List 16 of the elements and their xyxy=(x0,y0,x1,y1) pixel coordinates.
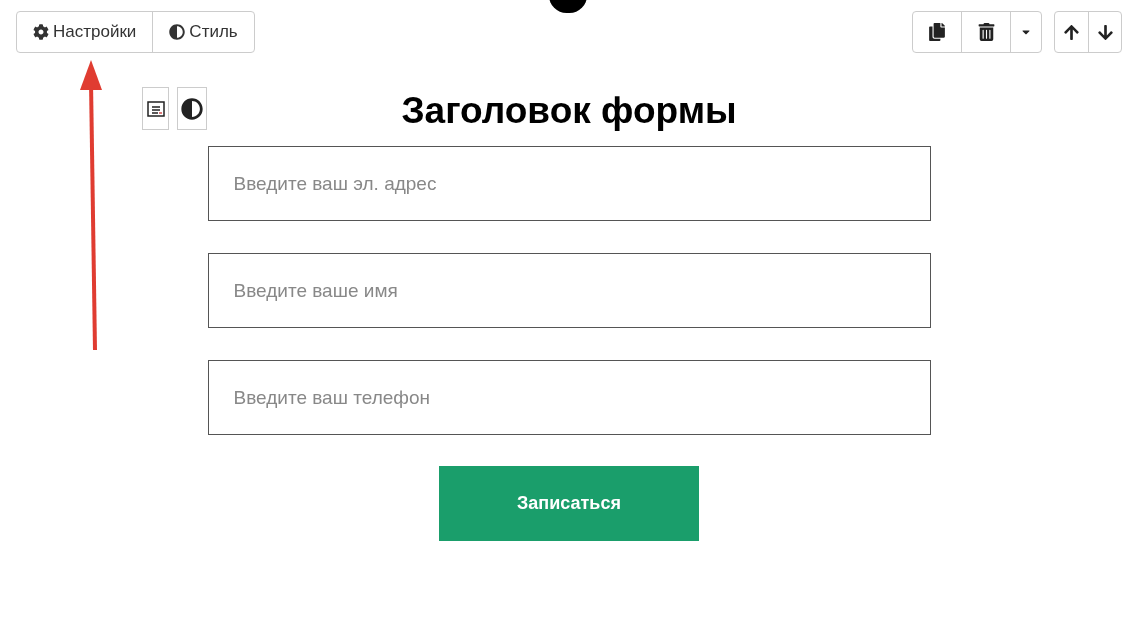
input-field[interactable]: Введите ваше имя xyxy=(207,253,931,328)
input-field[interactable]: Введите ваш телефон xyxy=(207,360,931,435)
copy-icon xyxy=(928,23,946,41)
form-icon xyxy=(146,100,165,117)
input-field[interactable]: Введите ваш эл. адрес xyxy=(207,146,931,221)
form-title: Заголовок формы xyxy=(401,89,737,133)
contrast-icon xyxy=(169,24,186,40)
contrast-icon xyxy=(181,97,203,120)
toolbar-button[interactable]: Настройки xyxy=(17,12,153,52)
trash-icon xyxy=(977,23,995,41)
arrow-down-icon xyxy=(1097,23,1113,41)
style-button[interactable] xyxy=(177,87,207,130)
form-settings-button[interactable] xyxy=(142,87,169,130)
arrow-up-icon xyxy=(1064,23,1079,41)
settings-icon xyxy=(33,24,49,40)
toolbar-button[interactable]: Стиль xyxy=(152,12,254,52)
